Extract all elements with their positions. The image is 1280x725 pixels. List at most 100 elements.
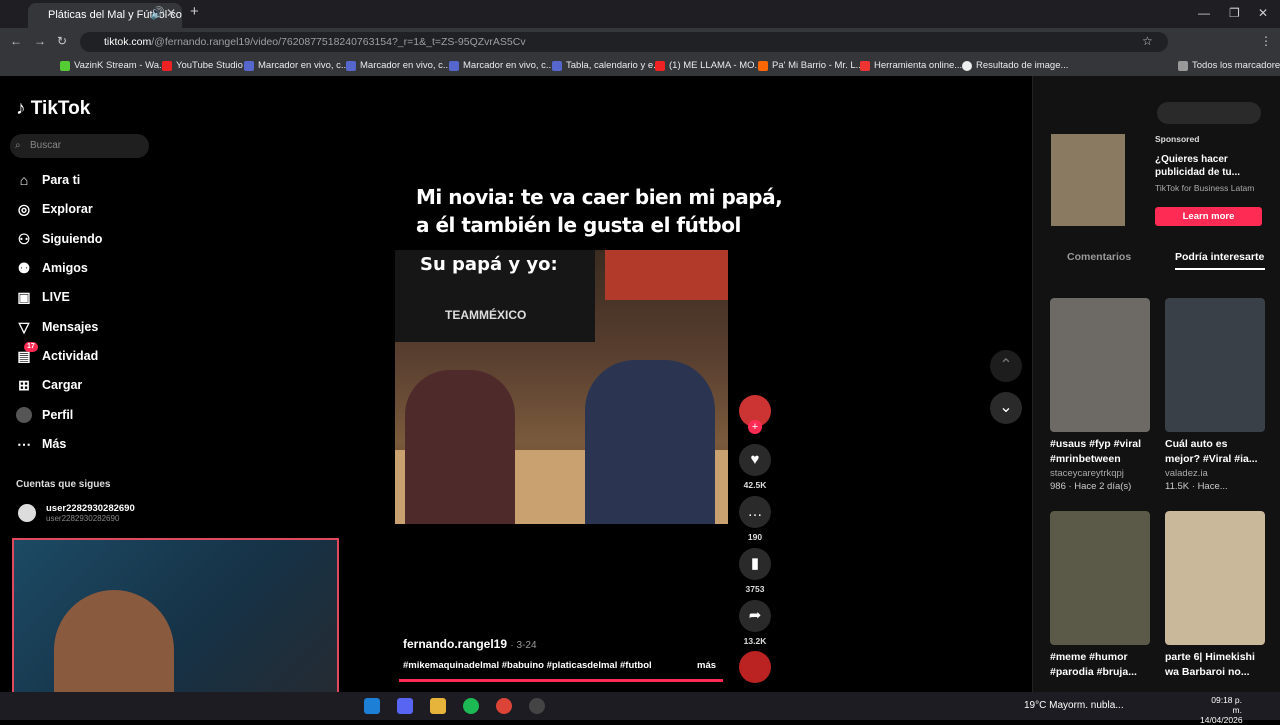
video-author[interactable]: fernando.rangel19 · 3-24: [403, 637, 537, 651]
right-panel: Sponsored ¿Quieres hacer publicidad de t…: [1032, 76, 1280, 720]
video-hashtags[interactable]: #mikemaquinadelmal #babuino #platicasdel…: [403, 660, 652, 671]
nav-siguiendo[interactable]: ⚇ Siguiendo: [16, 228, 103, 250]
shelf: [605, 250, 728, 300]
video-caption: Mi novia: te va caer bien mi papá, a él …: [416, 185, 783, 237]
account-handle: user2282930282690: [46, 514, 120, 523]
search-icon: ⌕: [15, 140, 21, 151]
chrome-icon[interactable]: [496, 698, 512, 714]
more-icon: ⋯: [17, 436, 31, 452]
bookmark-item[interactable]: (1) ME LLAMA - MO...: [655, 59, 762, 73]
ad-title[interactable]: ¿Quieres hacer publicidad de tu...: [1155, 153, 1255, 179]
suggested-card[interactable]: #usaus #fyp #viral #mrinbetween staceycar…: [1050, 298, 1150, 492]
nav-explorar[interactable]: ◎ Explorar: [16, 198, 93, 220]
tab-comments[interactable]: Comentarios: [1067, 251, 1131, 263]
nav-perfil[interactable]: Perfil: [16, 404, 73, 426]
nav-live[interactable]: ▣ LIVE: [16, 286, 69, 308]
next-video-button[interactable]: ⌄: [990, 392, 1022, 424]
upload-icon: ⊞: [18, 377, 30, 393]
nav-para-ti[interactable]: ⌂ Para ti: [16, 169, 80, 191]
follow-button[interactable]: +: [748, 420, 762, 434]
bookmark-item[interactable]: YouTube Studio: [162, 59, 243, 73]
all-bookmarks[interactable]: Todos los marcadores: [1178, 59, 1280, 73]
tab-suggested[interactable]: Podría interesarte: [1175, 251, 1264, 263]
bookmark-item[interactable]: Marcador en vivo, c...: [449, 59, 554, 73]
audio-icon[interactable]: 🔊: [150, 6, 165, 20]
explorer-icon[interactable]: [430, 698, 446, 714]
bookmark-item[interactable]: VazinK Stream - Wa...: [60, 59, 167, 73]
back-icon[interactable]: ←: [10, 34, 22, 48]
account-name[interactable]: user2282930282690: [46, 503, 135, 514]
bookmark-icon: ▮: [739, 548, 771, 580]
card-thumbnail: [1050, 511, 1150, 645]
bookmark-star-icon[interactable]: ☆: [1142, 34, 1153, 48]
prev-video-button[interactable]: ⌃: [990, 350, 1022, 382]
account-avatar[interactable]: [18, 504, 36, 522]
like-button[interactable]: ♥ 42.5K: [739, 444, 771, 490]
more-link[interactable]: más: [697, 660, 716, 671]
browser-tab-bar: Pláticas del Mal y Fútbol co... 🔊 ✕ + — …: [0, 0, 1280, 28]
person-left: [405, 370, 515, 524]
home-icon: ⌂: [19, 172, 29, 188]
bookmark-item[interactable]: Herramienta online...: [860, 59, 962, 73]
suggested-card[interactable]: Cuál auto es mejor? #Viral #ia... valadez…: [1165, 298, 1265, 492]
weather-widget[interactable]: 19°C Mayorm. nubla...: [1024, 700, 1124, 711]
spotify-icon[interactable]: [463, 698, 479, 714]
discord-icon[interactable]: [397, 698, 413, 714]
card-thumbnail: [1050, 298, 1150, 432]
card-thumbnail: [1165, 298, 1265, 432]
comment-icon: …: [739, 496, 771, 528]
heart-icon: ♥: [739, 444, 771, 476]
video-player[interactable]: TEAMMÉXICO Su papá y yo:: [395, 250, 728, 524]
close-tab-icon[interactable]: ✕: [166, 6, 176, 20]
card-thumbnail: [1165, 511, 1265, 645]
compass-icon: ◎: [17, 201, 31, 217]
bookmark-item[interactable]: Pa' Mi Barrio - Mr. L...: [758, 59, 864, 73]
new-tab-icon[interactable]: +: [190, 3, 199, 20]
menu-icon[interactable]: ⋮: [1260, 34, 1272, 48]
comment-button[interactable]: … 190: [739, 496, 771, 542]
forward-icon[interactable]: →: [34, 34, 46, 48]
activity-badge: 17: [24, 342, 38, 352]
edge-icon[interactable]: [364, 698, 380, 714]
search-input[interactable]: ⌕ Buscar: [10, 134, 149, 158]
address-bar-row: ← → ↻ tiktok.com/@fernando.rangel19/vide…: [0, 28, 1280, 56]
bookmark-item[interactable]: Marcador en vivo, c...: [346, 59, 451, 73]
obs-icon[interactable]: [529, 698, 545, 714]
progress-bar[interactable]: [399, 679, 723, 682]
learn-more-button[interactable]: Learn more: [1155, 207, 1262, 226]
reload-icon[interactable]: ↻: [57, 34, 67, 48]
nav-mensajes[interactable]: ▽ Mensajes: [16, 316, 99, 338]
music-disc[interactable]: [739, 651, 771, 683]
clock[interactable]: 09:18 p. m. 14/04/2026: [1200, 695, 1243, 725]
person-right: [585, 360, 715, 524]
ad-thumbnail[interactable]: [1051, 134, 1125, 226]
following-icon: ⚇: [17, 231, 31, 247]
bookmark-item[interactable]: Resultado de image...: [962, 59, 1068, 73]
nav-cargar[interactable]: ⊞ Cargar: [16, 374, 82, 396]
bookmark-item[interactable]: Tabla, calendario y e...: [552, 59, 661, 73]
windows-taskbar: 19°C Mayorm. nubla... 09:18 p. m. 14/04/2…: [0, 692, 1280, 725]
url-input[interactable]: tiktok.com/@fernando.rangel19/video/7620…: [80, 32, 1168, 52]
suggested-card[interactable]: parte 6| Himekishi wa Barbaroi no...: [1165, 511, 1265, 680]
messages-icon: ▽: [18, 319, 30, 335]
tiktok-logo[interactable]: ♪ TikTok: [16, 98, 90, 120]
maximize-icon[interactable]: ❐: [1229, 6, 1240, 20]
minimize-icon[interactable]: —: [1198, 6, 1210, 20]
share-icon: ➦: [739, 600, 771, 632]
bookmark-item[interactable]: Marcador en vivo, c...: [244, 59, 349, 73]
webcam-overlay: [12, 538, 339, 720]
save-button[interactable]: ▮ 3753: [739, 548, 771, 594]
close-window-icon[interactable]: ✕: [1258, 6, 1268, 20]
following-heading: Cuentas que sigues: [16, 479, 111, 490]
nav-amigos[interactable]: ⚉ Amigos: [16, 257, 88, 279]
bookmarks-bar: VazinK Stream - Wa... YouTube Studio Mar…: [0, 56, 1280, 76]
top-actions: [1157, 102, 1261, 124]
live-icon: ▣: [17, 289, 31, 305]
nav-actividad[interactable]: ▤ Actividad 17: [16, 342, 98, 367]
share-button[interactable]: ➦ 13.2K: [739, 600, 771, 646]
video-overlay-text: Su papá y yo:: [420, 254, 558, 275]
friends-icon: ⚉: [17, 260, 31, 276]
ad-advertiser: TikTok for Business Latam: [1155, 183, 1255, 193]
nav-mas[interactable]: ⋯ Más: [16, 433, 66, 455]
suggested-card[interactable]: #meme #humor #parodia #bruja...: [1050, 511, 1150, 680]
